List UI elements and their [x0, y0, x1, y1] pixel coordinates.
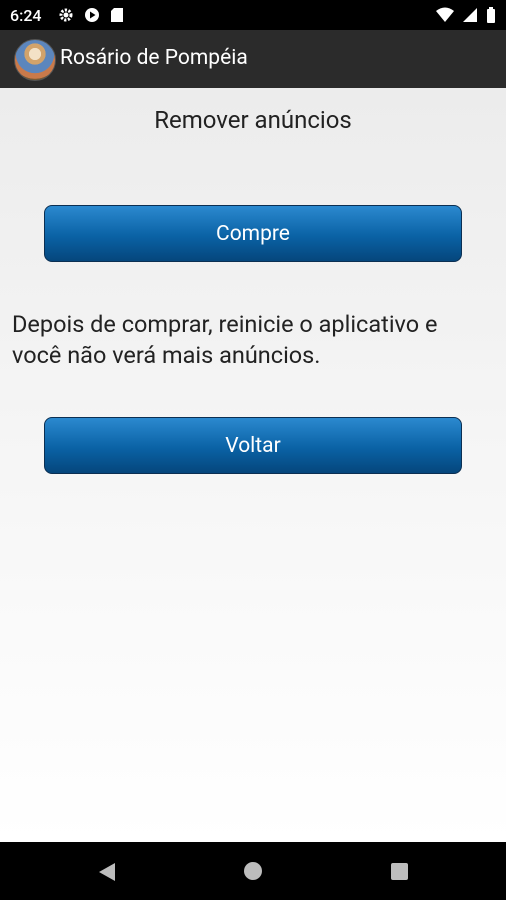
nav-back-icon[interactable]: [98, 862, 116, 886]
status-icons-left: [58, 7, 124, 27]
nav-home-icon[interactable]: [244, 862, 262, 880]
navigation-bar: [0, 842, 506, 900]
buy-button[interactable]: Compre: [44, 205, 462, 262]
status-bar: 6:24: [0, 0, 506, 30]
wifi-icon: [436, 7, 454, 27]
back-button[interactable]: Voltar: [44, 417, 462, 474]
signal-icon: [462, 7, 478, 27]
settings-icon: [58, 7, 74, 27]
app-title: Rosário de Pompéia: [60, 46, 248, 70]
app-logo: [14, 39, 56, 81]
nav-recents-icon[interactable]: [391, 863, 408, 880]
sd-card-icon: [110, 7, 124, 27]
play-icon: [84, 7, 100, 27]
info-text: Depois de comprar, reinicie o aplicativo…: [12, 310, 438, 369]
status-time: 6:24: [10, 6, 42, 25]
status-icons-right: [436, 7, 496, 27]
page-title: Remover anúncios: [154, 106, 352, 134]
app-bar: Rosário de Pompéia: [0, 30, 506, 88]
battery-icon: [486, 7, 496, 27]
main-content: Remover anúncios Compre Depois de compra…: [0, 88, 506, 842]
